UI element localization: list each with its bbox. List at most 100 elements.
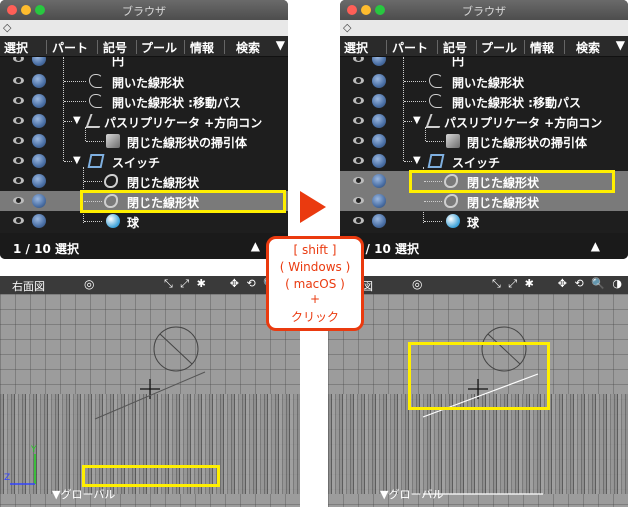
view-tools[interactable]: ⤡ ⤢ ✱ — [164, 277, 208, 291]
triangle-up-icon[interactable]: ▲ — [251, 239, 260, 253]
sphere-icon — [32, 94, 46, 108]
eye-icon[interactable] — [13, 137, 24, 144]
tab-select[interactable]: 選択 — [4, 39, 28, 56]
tab-pool[interactable]: プール — [141, 39, 177, 56]
tree-row[interactable]: 球 — [0, 211, 288, 231]
callout-macos: ( macOS ) — [285, 277, 345, 291]
tab-search[interactable]: 検索 — [236, 39, 260, 56]
tree-row[interactable]: 閉じた線形状の掃引体 — [340, 131, 628, 151]
tab-search[interactable]: 検索 — [576, 39, 600, 56]
closed-line-icon — [104, 174, 118, 188]
tree-row[interactable]: 開いた線形状 — [0, 71, 288, 91]
tab-separator — [97, 40, 98, 54]
eye-icon[interactable] — [13, 157, 24, 164]
tree-row[interactable]: 円 — [340, 57, 628, 69]
sphere-icon — [372, 114, 386, 128]
eye-icon[interactable] — [353, 117, 364, 124]
tree-row[interactable]: 開いた線形状 :移動パス — [340, 91, 628, 111]
shortcut-callout: [ shift ] ( Windows ) ( macOS ) + クリック — [266, 236, 364, 331]
tab-symbol[interactable]: 記号 — [443, 39, 467, 56]
tree-row[interactable]: 開いた線形状 :移動パス — [0, 91, 288, 111]
disclosure-triangle-icon[interactable]: ▼ — [413, 155, 421, 166]
tab-part[interactable]: パート — [392, 39, 428, 56]
line-icon — [429, 74, 443, 88]
coordinate-system[interactable]: ▼グローバル — [380, 486, 443, 502]
viewport-toolbar: 右面図 ◎ ⤡ ⤢ ✱ ✥ ⟲ 🔍 ◑ — [0, 276, 300, 294]
sphere-icon — [372, 154, 386, 168]
tab-menu-icon[interactable]: ▼ — [276, 38, 285, 52]
disclosure-triangle-icon[interactable]: ▼ — [413, 115, 421, 126]
title-bar[interactable]: ブラウザ — [0, 0, 288, 20]
tree-row[interactable]: ▼ パスリプリケータ +方向コン — [0, 111, 288, 131]
arrow-right-icon — [300, 191, 326, 223]
eye-icon[interactable] — [13, 77, 24, 84]
sphere-icon — [372, 74, 386, 88]
tab-symbol[interactable]: 記号 — [103, 39, 127, 56]
filter-icon[interactable]: ◇ — [343, 21, 351, 34]
viewport-after[interactable]: 右面図 ◎ ⤡ ⤢ ✱ ✥ ⟲ 🔍 ◑ ▼グローバル — [328, 276, 628, 507]
view-selector[interactable]: 右面図 — [12, 278, 45, 294]
eye-icon[interactable] — [353, 217, 364, 224]
tree-row[interactable]: 閉じた線形状の掃引体 — [0, 131, 288, 151]
eye-icon[interactable] — [353, 97, 364, 104]
browser-window-before: ブラウザ ◇ 選択 パート 記号 プール 情報 検索 ▼ 円 開いた線形状 開い… — [0, 0, 288, 259]
status-bar: 1 / 10 選択 ▲ — [0, 233, 288, 259]
switch-icon — [87, 154, 105, 168]
eye-icon[interactable] — [13, 177, 24, 184]
view-tools[interactable]: ⤡ ⤢ ✱ — [492, 277, 536, 291]
tab-menu-icon[interactable]: ▼ — [616, 38, 625, 52]
eye-icon[interactable] — [353, 137, 364, 144]
eye-icon[interactable] — [13, 57, 24, 62]
eye-icon[interactable] — [13, 117, 24, 124]
highlight-box — [408, 342, 550, 410]
filter-bar[interactable]: ◇ — [0, 20, 288, 36]
navigation-tools[interactable]: ✥ ⟲ 🔍 ◑ — [558, 277, 624, 290]
sphere-icon — [446, 214, 460, 228]
disclosure-triangle-icon[interactable]: ▼ — [73, 155, 81, 166]
coordinate-system[interactable]: ▼グローバル — [52, 486, 115, 502]
filter-bar[interactable]: ◇ — [340, 20, 628, 36]
eye-icon[interactable] — [353, 157, 364, 164]
sphere-icon — [106, 214, 120, 228]
triangle-up-icon[interactable]: ▲ — [591, 239, 600, 253]
tree-row[interactable]: 円 — [0, 57, 288, 69]
viewport-toolbar: 右面図 ◎ ⤡ ⤢ ✱ ✥ ⟲ 🔍 ◑ — [328, 276, 628, 294]
replicator-icon — [425, 114, 445, 128]
tab-info[interactable]: 情報 — [190, 39, 214, 56]
eye-icon[interactable] — [353, 177, 364, 184]
tab-info[interactable]: 情報 — [530, 39, 554, 56]
tree-row[interactable]: 閉じた線形状 — [0, 171, 288, 191]
tab-pool[interactable]: プール — [481, 39, 517, 56]
sphere-icon — [372, 214, 386, 228]
tab-part[interactable]: パート — [52, 39, 88, 56]
target-icon[interactable]: ◎ — [84, 277, 94, 291]
tree-row[interactable]: ▼ スイッチ — [0, 151, 288, 171]
sphere-icon — [32, 194, 46, 208]
highlight-box — [82, 465, 220, 487]
disclosure-triangle-icon[interactable]: ▼ — [73, 115, 81, 126]
tree-row[interactable]: 球 — [340, 211, 628, 231]
tree-row[interactable]: ▼ スイッチ — [340, 151, 628, 171]
tab-select[interactable]: 選択 — [344, 39, 368, 56]
tree-row-selected[interactable]: 閉じた線形状 — [340, 191, 628, 211]
title-bar[interactable]: ブラウザ — [340, 0, 628, 20]
eye-icon[interactable] — [353, 77, 364, 84]
sphere-icon — [372, 174, 386, 188]
sphere-icon — [32, 74, 46, 88]
eye-icon[interactable] — [353, 197, 364, 204]
tree-row[interactable]: ▼ パスリプリケータ +方向コン — [340, 111, 628, 131]
window-title: ブラウザ — [122, 5, 166, 18]
viewport-before[interactable]: 右面図 ◎ ⤡ ⤢ ✱ ✥ ⟲ 🔍 ◑ Y Z ▼グローバル — [0, 276, 300, 507]
tab-separator — [564, 40, 565, 54]
filter-icon[interactable]: ◇ — [3, 21, 11, 34]
tab-separator — [224, 40, 225, 54]
eye-icon[interactable] — [13, 197, 24, 204]
eye-icon[interactable] — [13, 97, 24, 104]
sphere-icon — [372, 194, 386, 208]
tree-row[interactable]: 開いた線形状 — [340, 71, 628, 91]
target-icon[interactable]: ◎ — [412, 277, 422, 291]
eye-icon[interactable] — [13, 217, 24, 224]
eye-icon[interactable] — [353, 57, 364, 62]
sphere-icon — [32, 134, 46, 148]
selection-count: 1 / 10 選択 — [13, 242, 79, 256]
